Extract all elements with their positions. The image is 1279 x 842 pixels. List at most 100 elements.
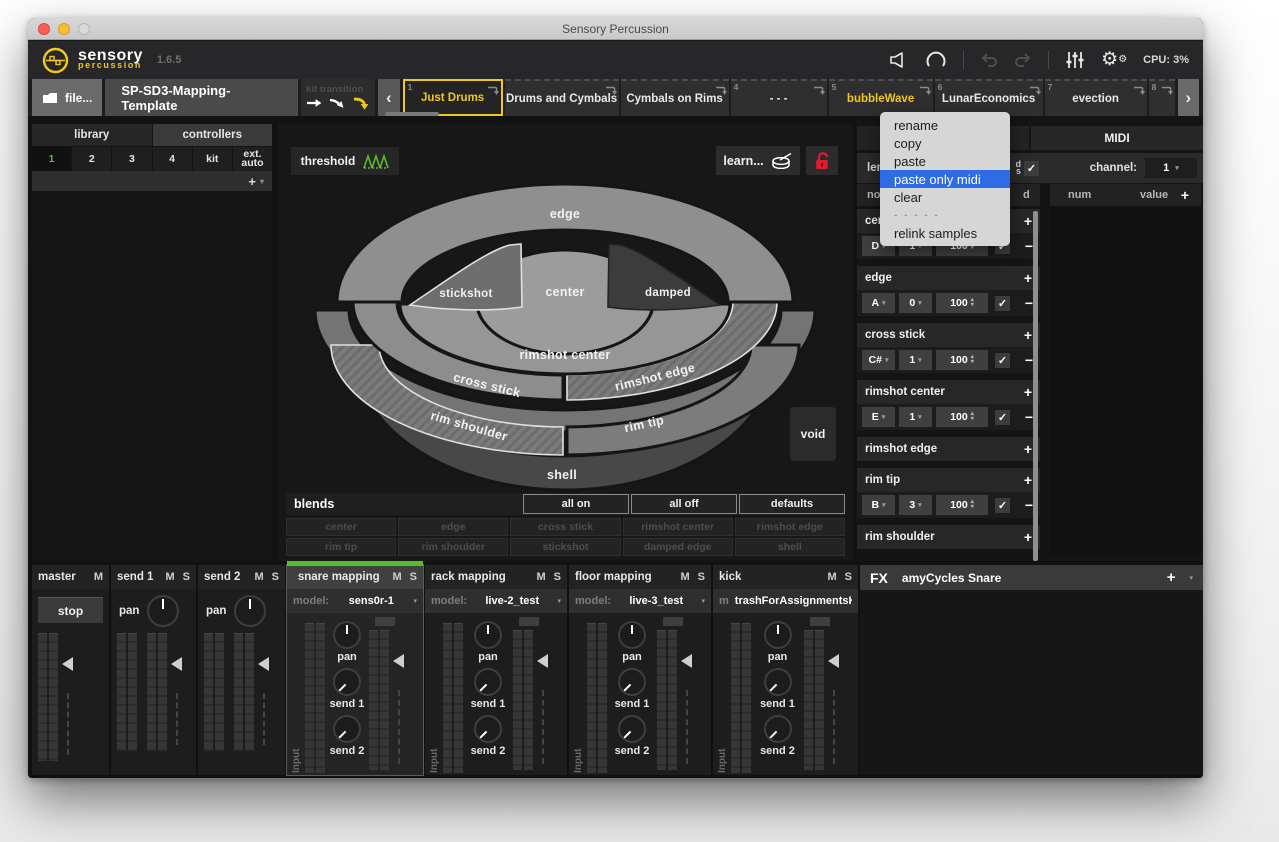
send-2-knob[interactable] [618,715,646,743]
zone-add-note-button[interactable]: + [1024,270,1032,286]
sidebar-slot-4[interactable]: 4 [153,147,192,171]
kits-scroll-left-button[interactable]: ‹ [378,79,399,116]
transition-curve-down-arrow-icon[interactable] [353,96,370,110]
send-1-knob[interactable] [764,668,792,696]
blend-toggle-rimshot-edge[interactable]: rimshot edge [735,518,845,536]
zone-add-note-button[interactable]: + [1024,441,1032,457]
transition-curve-arrow-icon[interactable] [329,97,346,110]
template-name-button[interactable]: SP-SD3-Mapping-Template [105,79,298,116]
minimize-window-button[interactable] [58,23,70,35]
metronome-loop-icon[interactable] [925,50,947,70]
note-select[interactable]: C#▾ [862,350,895,370]
kit-tab--[interactable]: 4- - - [731,79,827,116]
octave-select[interactable]: 0▾ [899,293,932,313]
blend-toggle-edge[interactable]: edge [398,518,508,536]
void-zone-button[interactable]: void [790,407,836,461]
context-menu-item-paste[interactable]: paste [880,152,1010,170]
zone-add-note-button[interactable]: + [1024,384,1032,400]
zone-add-note-button[interactable]: + [1024,529,1032,545]
speaker-icon[interactable] [889,51,909,69]
kit-tab-cymbals-on-rims[interactable]: Cymbals on Rims [621,79,729,116]
channel-select[interactable]: 1▾ [1145,158,1197,178]
velocity-stepper[interactable]: 100▴▾ [936,350,988,370]
context-menu-item-rename[interactable]: rename [880,116,1010,134]
blends-all-on-button[interactable]: all on [523,494,629,514]
mute-button[interactable]: M [94,571,103,583]
send-2-knob[interactable] [474,715,502,743]
blends-all-off-button[interactable]: all off [631,494,737,514]
solo-button[interactable]: S [554,571,561,583]
blend-toggle-center[interactable]: center [286,518,396,536]
mute-button[interactable]: M [680,571,689,583]
blends-defaults-button[interactable]: defaults [739,494,845,514]
kit-tab-slot-8[interactable]: 8 [1149,79,1175,116]
file-menu-button[interactable]: file... [32,79,102,116]
sidebar-slot-1[interactable]: 1 [32,147,71,171]
sidebar-slot-2[interactable]: 2 [72,147,111,171]
transition-straight-arrow-icon[interactable] [306,97,323,109]
kit-transition-control[interactable]: kit transition [301,79,375,116]
blend-toggle-shell[interactable]: shell [735,538,845,556]
mute-button[interactable]: M [165,571,174,583]
blend-toggle-rimshot-center[interactable]: rimshot center [623,518,733,536]
sidebar-slot-3[interactable]: 3 [112,147,151,171]
sidebar-slot-ext-auto[interactable]: ext. auto [233,147,272,171]
solo-button[interactable]: S [845,571,852,583]
tab-library[interactable]: library [32,124,152,146]
zone-add-note-button[interactable]: + [1024,472,1032,488]
solo-button[interactable]: S [410,571,417,583]
kit-tab-drums-and-cymbals[interactable]: Drums and Cymbals [505,79,619,116]
solo-button[interactable]: S [183,571,190,583]
volume-fader-handle[interactable] [681,654,692,668]
context-menu-item-relink-samples[interactable]: relink samples [880,224,1010,242]
pan-knob[interactable] [474,621,502,649]
redo-icon[interactable] [1014,52,1032,68]
zone-send-checkbox[interactable]: ✓ [995,410,1010,425]
kit-tab-lunareconomics[interactable]: 6LunarEconomics [935,79,1043,116]
velocity-stepper[interactable]: 100▴▾ [936,495,988,515]
library-list-area[interactable] [32,193,272,561]
send-2-knob[interactable] [333,715,361,743]
send-1-knob[interactable] [474,668,502,696]
undo-icon[interactable] [980,52,998,68]
library-add-button[interactable]: +▾ [32,171,272,191]
kit-tab-evection[interactable]: 7evection [1045,79,1147,116]
velocity-stepper[interactable]: 100▴▾ [936,293,988,313]
blend-toggle-rim-tip[interactable]: rim tip [286,538,396,556]
send-notes-checkbox[interactable]: ✓ [1024,161,1039,176]
volume-fader-handle[interactable] [62,657,73,671]
send-1-knob[interactable] [618,668,646,696]
mute-button[interactable]: M [827,571,836,583]
cc-add-button[interactable]: + [1181,187,1201,203]
pan-knob[interactable] [618,621,646,649]
settings-gear-icon[interactable]: ⚙⚙ [1101,53,1127,67]
note-select[interactable]: E▾ [862,407,895,427]
blend-toggle-rim-shoulder[interactable]: rim shoulder [398,538,508,556]
note-select[interactable]: B▾ [862,495,895,515]
blend-toggle-stickshot[interactable]: stickshot [510,538,620,556]
tab-controllers[interactable]: controllers [153,124,273,146]
volume-fader-handle[interactable] [258,657,269,671]
solo-button[interactable]: S [272,571,279,583]
solo-button[interactable]: S [698,571,705,583]
fx-add-button[interactable]: + [1167,569,1176,586]
cc-table-body[interactable] [1050,207,1201,555]
fx-body[interactable] [860,590,1203,775]
volume-fader-handle[interactable] [537,654,548,668]
blend-toggle-cross-stick[interactable]: cross stick [510,518,620,536]
pan-knob[interactable] [764,621,792,649]
zone-send-checkbox[interactable]: ✓ [995,296,1010,311]
context-menu-item-copy[interactable]: copy [880,134,1010,152]
zone-list-scrollbar[interactable] [1033,211,1038,561]
pan-knob[interactable] [333,621,361,649]
send-1-knob[interactable] [333,668,361,696]
zone-send-checkbox[interactable]: ✓ [995,353,1010,368]
tab-midi[interactable]: MIDI [1031,126,1203,150]
mute-button[interactable]: M [536,571,545,583]
blend-toggle-damped-edge[interactable]: damped edge [623,538,733,556]
mixer-sliders-icon[interactable] [1065,51,1085,69]
zone-add-note-button[interactable]: + [1024,327,1032,343]
note-select[interactable]: A▾ [862,293,895,313]
zone-send-checkbox[interactable]: ✓ [995,498,1010,513]
volume-fader-handle[interactable] [171,657,182,671]
